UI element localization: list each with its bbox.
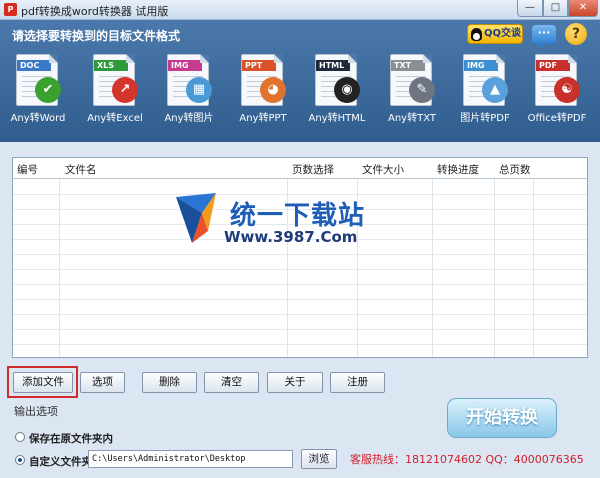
converter-label: Any转PPT bbox=[239, 113, 287, 124]
maximize-button[interactable]: □ bbox=[543, 0, 568, 17]
converter-label: Office转PDF bbox=[527, 113, 587, 124]
qq-penguin-icon bbox=[471, 28, 482, 41]
options-button[interactable]: 选项 bbox=[80, 372, 125, 393]
converter-label: Any转TXT bbox=[388, 113, 436, 124]
converter-header: 请选择要转换到的目标文件格式 QQ交谈 ··· ? DOC ✔ Any转Word XL… bbox=[0, 20, 600, 142]
converter-label: Any转图片 bbox=[164, 113, 214, 124]
support-hotline: 客服热线：18121074602 QQ：4000076365 bbox=[350, 453, 584, 466]
close-button[interactable]: ✕ bbox=[568, 0, 598, 17]
format-band: DOC bbox=[17, 60, 51, 71]
about-button[interactable]: 关于 bbox=[267, 372, 323, 393]
converter-txt-convert[interactable]: TXT ✎ Any转TXT bbox=[384, 54, 440, 124]
file-table[interactable]: 编号 文件名 页数选择 文件大小 转换进度 总页数 bbox=[12, 157, 588, 358]
converter-label: Any转Word bbox=[10, 113, 66, 124]
qq-chat-button[interactable]: QQ交谈 bbox=[467, 24, 523, 44]
column-header-index[interactable]: 编号 bbox=[17, 162, 38, 177]
format-glyph: ☯ bbox=[554, 77, 580, 103]
word-convert-icon: DOC ✔ bbox=[16, 54, 61, 106]
format-band: PPT bbox=[242, 60, 276, 71]
converter-excel-convert[interactable]: XLS ↗ Any转Excel bbox=[87, 54, 143, 124]
format-band: XLS bbox=[94, 60, 128, 71]
format-band: IMG bbox=[464, 60, 498, 71]
image-convert-icon: IMG ▦ bbox=[167, 54, 212, 106]
converter-word-convert[interactable]: DOC ✔ Any转Word bbox=[10, 54, 66, 124]
register-button[interactable]: 注册 bbox=[330, 372, 385, 393]
table-row bbox=[13, 299, 587, 300]
add-file-button[interactable]: 添加文件 bbox=[13, 372, 73, 393]
format-band: IMG bbox=[168, 60, 202, 71]
format-glyph: ✎ bbox=[409, 77, 435, 103]
watermark: 统一下载站 Www.3987.Com bbox=[172, 191, 372, 253]
radio-save-original[interactable] bbox=[15, 432, 25, 442]
column-divider bbox=[287, 158, 288, 357]
format-glyph: ▲ bbox=[482, 77, 508, 103]
column-header-filename[interactable]: 文件名 bbox=[65, 162, 97, 177]
minimize-button[interactable]: — bbox=[517, 0, 543, 17]
browse-button[interactable]: 浏览 bbox=[301, 449, 337, 469]
table-row bbox=[13, 254, 587, 255]
converter-ppt-convert[interactable]: PPT ◕ Any转PPT bbox=[235, 54, 291, 124]
column-header-total-pages[interactable]: 总页数 bbox=[499, 162, 531, 177]
table-row bbox=[13, 314, 587, 315]
converter-label: 图片转PDF bbox=[460, 113, 510, 124]
column-divider bbox=[494, 158, 495, 357]
html-convert-icon: HTML ◉ bbox=[315, 54, 360, 106]
table-row bbox=[13, 329, 587, 330]
image-to-pdf-icon: IMG ▲ bbox=[463, 54, 508, 106]
office-to-pdf-icon: PDF ☯ bbox=[535, 54, 580, 106]
table-row bbox=[13, 284, 587, 285]
qq-chat-label: QQ交谈 bbox=[484, 28, 522, 39]
converter-label: Any转HTML bbox=[308, 113, 366, 124]
save-original-label[interactable]: 保存在原文件夹内 bbox=[29, 431, 113, 446]
clear-button[interactable]: 清空 bbox=[204, 372, 259, 393]
output-options-label: 输出选项 bbox=[14, 405, 58, 418]
format-glyph: ◕ bbox=[260, 77, 286, 103]
app-pdf-icon: P bbox=[4, 3, 17, 16]
help-icon[interactable]: ? bbox=[565, 23, 587, 45]
converter-html-convert[interactable]: HTML ◉ Any转HTML bbox=[309, 54, 365, 124]
format-band: PDF bbox=[536, 60, 570, 71]
delete-button[interactable]: 删除 bbox=[142, 372, 197, 393]
column-header-file-size[interactable]: 文件大小 bbox=[362, 162, 404, 177]
download-site-logo-icon bbox=[176, 193, 216, 243]
column-divider bbox=[357, 158, 358, 357]
watermark-title: 统一下载站 bbox=[230, 201, 366, 231]
column-divider bbox=[533, 158, 534, 357]
column-header-page-select[interactable]: 页数选择 bbox=[292, 162, 334, 177]
table-row bbox=[13, 269, 587, 270]
converter-image-to-pdf[interactable]: IMG ▲ 图片转PDF bbox=[457, 54, 513, 124]
title-bar: P pdf转换成word转换器 试用版 — □ ✕ bbox=[0, 0, 600, 20]
window-title: pdf转换成word转换器 试用版 bbox=[21, 5, 169, 18]
radio-custom-folder[interactable] bbox=[15, 455, 25, 465]
ppt-convert-icon: PPT ◕ bbox=[241, 54, 286, 106]
column-header-progress[interactable]: 转换进度 bbox=[437, 162, 479, 177]
column-divider bbox=[59, 158, 60, 357]
chat-bubble-icon[interactable]: ··· bbox=[532, 25, 556, 48]
converter-office-to-pdf[interactable]: PDF ☯ Office转PDF bbox=[528, 54, 586, 124]
converter-label: Any转Excel bbox=[87, 113, 143, 124]
format-band: TXT bbox=[391, 60, 425, 71]
table-row bbox=[13, 344, 587, 345]
start-convert-button[interactable]: 开始转换 bbox=[447, 398, 557, 438]
watermark-url: Www.3987.Com bbox=[224, 228, 358, 246]
column-divider bbox=[432, 158, 433, 357]
header-title: 请选择要转换到的目标文件格式 bbox=[12, 29, 181, 43]
converter-image-convert[interactable]: IMG ▦ Any转图片 bbox=[161, 54, 217, 124]
format-glyph: ↗ bbox=[112, 77, 138, 103]
output-path-field[interactable]: C:\Users\Administrator\Desktop bbox=[88, 450, 293, 468]
custom-folder-label[interactable]: 自定义文件夹 bbox=[29, 454, 92, 469]
format-glyph: ▦ bbox=[186, 77, 212, 103]
txt-convert-icon: TXT ✎ bbox=[390, 54, 435, 106]
format-glyph: ✔ bbox=[35, 77, 61, 103]
format-band: HTML bbox=[316, 60, 350, 71]
excel-convert-icon: XLS ↗ bbox=[93, 54, 138, 106]
format-glyph: ◉ bbox=[334, 77, 360, 103]
table-header: 编号 文件名 页数选择 文件大小 转换进度 总页数 bbox=[13, 158, 587, 179]
